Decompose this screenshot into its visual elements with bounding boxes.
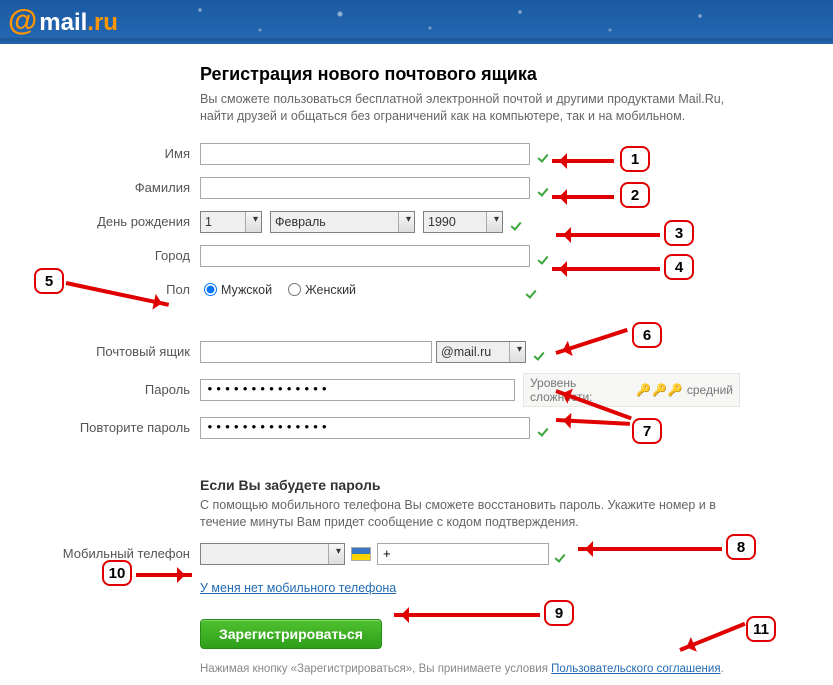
annotation-arrow-icon (578, 547, 722, 551)
logo[interactable]: @ mail .ru (0, 0, 833, 42)
logo-at-icon: @ (8, 6, 37, 36)
label-firstname: Имя (0, 146, 200, 161)
page-title: Регистрация нового почтового ящика (200, 64, 740, 85)
gender-female-radio[interactable]: Женский (288, 283, 356, 297)
ukraine-flag-icon (351, 547, 371, 561)
site-header: @ mail .ru (0, 0, 833, 44)
check-icon (538, 421, 554, 435)
annotation-callout-2: 2 (620, 182, 650, 208)
no-phone-link[interactable]: У меня нет мобильного телефона (200, 581, 396, 595)
lastname-input[interactable] (200, 177, 530, 199)
annotation-callout-3: 3 (664, 220, 694, 246)
phone-country-select[interactable] (200, 543, 345, 565)
annotation-arrow-icon (394, 613, 540, 617)
annotation-callout-9: 9 (544, 600, 574, 626)
label-mailbox: Почтовый ящик (0, 344, 200, 359)
annotation-arrow-icon (552, 159, 614, 163)
city-input[interactable] (200, 245, 530, 267)
recovery-title: Если Вы забудете пароль (200, 477, 740, 493)
register-button[interactable]: Зарегистрироваться (200, 619, 382, 649)
label-password: Пароль (0, 382, 200, 397)
strength-value: средний (687, 383, 733, 397)
logo-text-mail: mail (39, 11, 87, 35)
gender-male-label: Мужской (221, 283, 272, 297)
page-intro: Вы сможете пользоваться бесплатной элект… (200, 91, 740, 125)
label-lastname: Фамилия (0, 180, 200, 195)
password-confirm-input[interactable] (200, 417, 530, 439)
firstname-input[interactable] (200, 143, 530, 165)
gender-male-radio[interactable]: Мужской (204, 283, 272, 297)
mailbox-domain-select[interactable]: @mail.ru (436, 341, 526, 363)
annotation-callout-4: 4 (664, 254, 694, 280)
check-icon (534, 345, 550, 359)
annotation-callout-11: 11 (746, 616, 776, 642)
annotation-callout-5: 5 (34, 268, 64, 294)
annotation-arrow-icon (552, 195, 614, 199)
annotation-callout-6: 6 (632, 322, 662, 348)
label-mobile: Мобильный телефон (0, 546, 200, 561)
birthday-month-select[interactable]: Февраль (270, 211, 415, 233)
page-content: Регистрация нового почтового ящика Вы см… (0, 44, 833, 685)
label-password2: Повторите пароль (0, 420, 200, 435)
footnote-suffix: . (721, 663, 724, 675)
annotation-callout-1: 1 (620, 146, 650, 172)
password-input[interactable] (200, 379, 515, 401)
logo-text-tld: .ru (87, 11, 118, 35)
label-city: Город (0, 248, 200, 263)
strength-keys-icon: 🔑🔑🔑 (636, 383, 683, 397)
annotation-callout-10: 10 (102, 560, 132, 586)
annotation-callout-8: 8 (726, 534, 756, 560)
check-icon (555, 547, 571, 561)
annotation-callout-7: 7 (632, 418, 662, 444)
birthday-year-select[interactable]: 1990 (423, 211, 503, 233)
check-icon (526, 283, 542, 297)
birthday-day-select[interactable]: 1 (200, 211, 262, 233)
annotation-arrow-icon (136, 573, 192, 577)
terms-link[interactable]: Пользовательского соглашения (551, 663, 720, 675)
phone-number-input[interactable] (377, 543, 549, 565)
terms-footnote: Нажимая кнопку «Зарегистрироваться», Вы … (200, 663, 740, 675)
annotation-arrow-icon (552, 267, 660, 271)
mailbox-input[interactable] (200, 341, 432, 363)
gender-female-label: Женский (305, 283, 356, 297)
annotation-arrow-icon (556, 233, 660, 237)
label-birthday: День рождения (0, 214, 200, 229)
recovery-text: С помощью мобильного телефона Вы сможете… (200, 497, 740, 531)
check-icon (511, 215, 527, 229)
footnote-prefix: Нажимая кнопку «Зарегистрироваться», Вы … (200, 663, 551, 675)
